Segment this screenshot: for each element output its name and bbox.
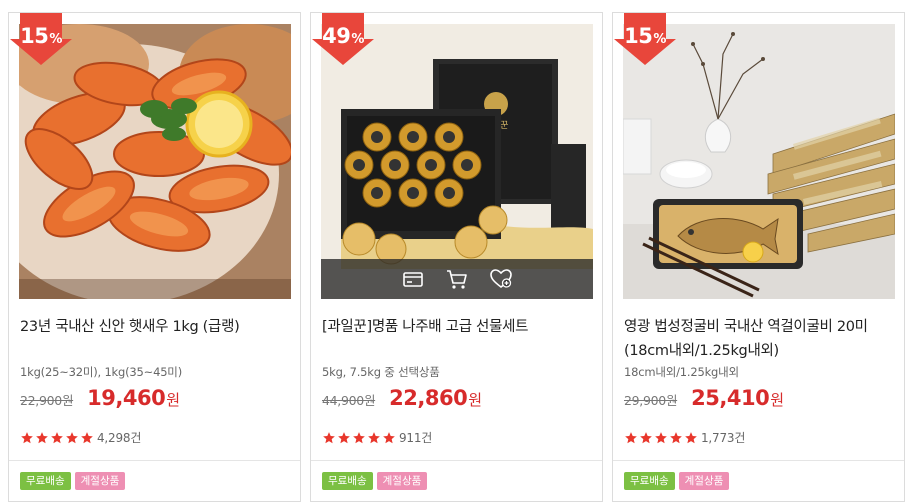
- currency-unit: 원: [770, 391, 784, 409]
- review-count: 911건: [399, 431, 433, 445]
- star-icon: [655, 431, 667, 443]
- sale-price: 25,410: [691, 386, 770, 410]
- product-image[interactable]: [623, 24, 895, 299]
- discount-value: 49: [322, 24, 351, 48]
- star-rating: [624, 431, 698, 445]
- original-price: 22,900원: [20, 393, 74, 408]
- price-row: 29,900원 25,410 원: [624, 386, 784, 410]
- discount-badge: 15%: [10, 13, 72, 65]
- price-row: 22,900원 19,460 원: [20, 386, 180, 410]
- star-icon: [353, 431, 365, 443]
- seasonal-tag: 계절상품: [74, 472, 126, 490]
- shrimp-photo: [19, 24, 291, 299]
- star-icon: [368, 431, 380, 443]
- star-icon: [383, 431, 395, 443]
- free-shipping-tag: 무료배송: [322, 472, 373, 490]
- discount-unit: %: [351, 32, 364, 47]
- star-icon: [36, 431, 48, 443]
- product-card[interactable]: 과일꾼: [310, 12, 603, 502]
- divider: [311, 460, 602, 461]
- discount-badge: 49%: [312, 13, 374, 65]
- product-title[interactable]: 영광 법성정굴비 국내산 역걸이굴비 20미(18cm내외/1.25kg내외): [624, 315, 896, 363]
- cart-icon: [447, 270, 467, 289]
- star-icon: [51, 431, 63, 443]
- dried-fish-photo: [623, 24, 895, 299]
- wishlist-heart-icon: [490, 269, 512, 289]
- product-option: 18cm내외/1.25kg내외: [624, 365, 739, 379]
- product-option: 1kg(25~32미), 1kg(35~45미): [20, 365, 182, 379]
- tag-list: 무료배송 계절상품: [20, 472, 126, 490]
- sale-price: 19,460: [87, 386, 166, 410]
- review-count: 4,298건: [97, 431, 142, 445]
- wishlist-button[interactable]: [489, 267, 513, 291]
- seasonal-tag: 계절상품: [376, 472, 428, 490]
- star-icon: [670, 431, 682, 443]
- star-icon: [640, 431, 652, 443]
- price-row: 44,900원 22,860 원: [322, 386, 482, 410]
- star-icon: [66, 431, 78, 443]
- product-image[interactable]: 과일꾼: [321, 24, 593, 299]
- divider: [9, 460, 300, 461]
- rating-row: 911건: [322, 429, 432, 446]
- star-icon: [21, 431, 33, 443]
- card-pay-button[interactable]: [401, 267, 425, 291]
- star-icon: [338, 431, 350, 443]
- tag-list: 무료배송 계절상품: [322, 472, 428, 490]
- product-image[interactable]: [19, 24, 291, 299]
- currency-unit: 원: [166, 391, 180, 409]
- card-icon: [403, 272, 423, 287]
- sale-price: 22,860: [389, 386, 468, 410]
- product-card[interactable]: 15% 23년 국내산 신안 햇새우 1kg (급랭) 1kg(25~32미),…: [8, 12, 301, 502]
- product-title[interactable]: 23년 국내산 신안 햇새우 1kg (급랭): [20, 315, 292, 339]
- discount-unit: %: [49, 32, 62, 47]
- currency-unit: 원: [468, 391, 482, 409]
- review-count: 1,773건: [701, 431, 746, 445]
- star-rating: [20, 431, 94, 445]
- quick-action-bar: [321, 259, 593, 299]
- original-price: 29,900원: [624, 393, 678, 408]
- rating-row: 4,298건: [20, 429, 141, 446]
- discount-value: 15: [624, 24, 653, 48]
- add-to-cart-button[interactable]: [445, 267, 469, 291]
- star-icon: [685, 431, 697, 443]
- divider: [613, 460, 904, 461]
- product-option: 5kg, 7.5kg 중 선택상품: [322, 365, 440, 379]
- discount-unit: %: [653, 32, 666, 47]
- free-shipping-tag: 무료배송: [20, 472, 71, 490]
- tag-list: 무료배송 계절상품: [624, 472, 730, 490]
- free-shipping-tag: 무료배송: [624, 472, 675, 490]
- product-card[interactable]: 15% 영광 법성정굴비 국내산 역걸이굴비 20미(18cm내외/1.25kg…: [612, 12, 905, 502]
- rating-row: 1,773건: [624, 429, 745, 446]
- star-icon: [625, 431, 637, 443]
- star-rating: [322, 431, 396, 445]
- original-price: 44,900원: [322, 393, 376, 408]
- star-icon: [81, 431, 93, 443]
- pear-gift-photo: 과일꾼: [321, 24, 593, 299]
- star-icon: [323, 431, 335, 443]
- product-title[interactable]: [과일꾼]명품 나주배 고급 선물세트: [322, 315, 594, 339]
- discount-badge: 15%: [614, 13, 676, 65]
- discount-value: 15: [20, 24, 49, 48]
- seasonal-tag: 계절상품: [678, 472, 730, 490]
